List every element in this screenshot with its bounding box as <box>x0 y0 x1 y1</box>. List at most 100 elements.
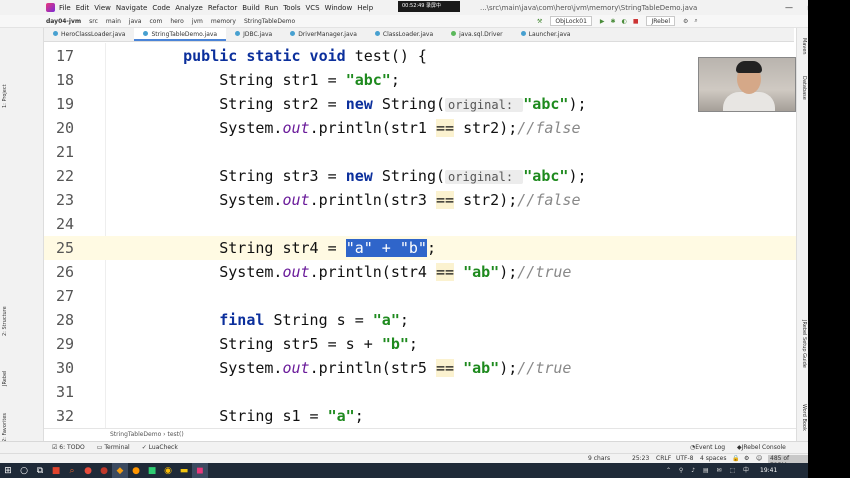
app-icon-5[interactable]: ■ <box>144 463 160 478</box>
breadcrumb-jvm[interactable]: jvm <box>192 18 203 25</box>
run-icon[interactable]: ▶ <box>600 18 605 25</box>
taskbar-clock[interactable]: 19:41 <box>760 463 777 478</box>
code-line[interactable]: 23 System.out.println(str3 == str2);//fa… <box>44 188 796 212</box>
coverage-icon[interactable]: ◐ <box>622 18 627 25</box>
breadcrumb-com[interactable]: com <box>149 18 162 25</box>
code-line[interactable]: 22 String str3 = new String(original: "a… <box>44 164 796 188</box>
code-line[interactable]: 17 public static void test() { <box>44 44 796 68</box>
menu-navigate[interactable]: Navigate <box>116 4 147 12</box>
build-hammer-icon[interactable]: ⚒ <box>537 18 542 25</box>
code-token: String str3 = <box>147 167 346 185</box>
lock-icon[interactable]: 🔒 <box>732 455 739 462</box>
code-line[interactable]: 30 System.out.println(str5 == "ab");//tr… <box>44 356 796 380</box>
menu-file[interactable]: File <box>59 4 71 12</box>
explorer-icon[interactable]: ▬ <box>176 463 192 478</box>
debug-icon[interactable]: ✱ <box>611 18 616 25</box>
jrebel-setup-tool-tab[interactable]: JRebel Setup Guide <box>801 320 807 368</box>
recording-indicator[interactable]: 00:52:49 录屏中 <box>398 1 460 12</box>
code-line[interactable]: 32 String s1 = "a"; <box>44 404 796 428</box>
code-line[interactable]: 28 final String s = "a"; <box>44 308 796 332</box>
breadcrumb-src[interactable]: src <box>89 18 98 25</box>
code-line[interactable]: 20 System.out.println(str1 == str2);//fa… <box>44 116 796 140</box>
indent-setting[interactable]: 4 spaces <box>700 455 726 462</box>
cortana-icon[interactable]: ○ <box>16 463 32 478</box>
code-line[interactable]: 25 String str4 = "a" + "b"; <box>44 236 796 260</box>
tab-jdbc[interactable]: JDBC.java <box>226 28 281 41</box>
git-icon[interactable]: ⚙ <box>744 455 749 462</box>
presenter-hair <box>736 61 762 73</box>
menu-code[interactable]: Code <box>152 4 170 12</box>
word-book-tool-tab[interactable]: Word Book <box>801 404 807 431</box>
tab-heroclassloader[interactable]: HeroClassLoader.java <box>44 28 134 41</box>
maven-tool-tab[interactable]: Maven <box>801 38 807 55</box>
search-app-icon[interactable]: ⌕ <box>64 463 80 478</box>
menu-window[interactable]: Window <box>325 4 353 12</box>
menu-edit[interactable]: Edit <box>76 4 90 12</box>
menu-refactor[interactable]: Refactor <box>208 4 237 12</box>
tab-launcher[interactable]: Launcher.java <box>512 28 580 41</box>
breadcrumb-java[interactable]: java <box>129 18 142 25</box>
stop-icon[interactable]: ■ <box>633 18 639 25</box>
jrebel-tool-tab[interactable]: JRebel <box>2 371 8 386</box>
minimize-button[interactable]: — <box>778 0 800 15</box>
todo-tool-button[interactable]: ☑ 6: TODO <box>52 444 85 451</box>
file-encoding[interactable]: UTF-8 <box>676 455 694 462</box>
settings-icon[interactable]: ⚙ <box>683 18 688 25</box>
menu-vcs[interactable]: VCS <box>305 4 319 12</box>
breadcrumb-memory[interactable]: memory <box>211 18 236 25</box>
tab-java-sql-driver[interactable]: java.sql.Driver <box>442 28 511 41</box>
luacheck-tool-button[interactable]: ✓ LuaCheck <box>142 444 178 451</box>
code-line[interactable]: 21 <box>44 140 796 164</box>
task-view-icon[interactable]: ⧉ <box>32 463 48 478</box>
menu-tools[interactable]: Tools <box>283 4 300 12</box>
breadcrumb-project[interactable]: day04-jvm <box>46 18 81 25</box>
breadcrumb-hero[interactable]: hero <box>170 18 184 25</box>
tab-stringtabledemo[interactable]: StringTableDemo.java <box>134 28 227 41</box>
inspector-icon[interactable]: ☺ <box>756 455 762 462</box>
chrome-icon[interactable]: ◉ <box>160 463 176 478</box>
code-token: //true <box>517 359 572 377</box>
breadcrumb-main[interactable]: main <box>106 18 121 25</box>
code-line[interactable]: 26 System.out.println(str4 == "ab");//tr… <box>44 260 796 284</box>
code-line[interactable]: 27 <box>44 284 796 308</box>
intellij-taskbar-icon[interactable]: ◼ <box>192 463 208 478</box>
code-line[interactable]: 29 String str5 = s + "b"; <box>44 332 796 356</box>
tab-classloader[interactable]: ClassLoader.java <box>366 28 442 41</box>
code-line[interactable]: 24 <box>44 212 796 236</box>
app-icon-1[interactable]: ■ <box>48 463 64 478</box>
jrebel-console-button[interactable]: ◆ JRebel Console <box>737 444 786 451</box>
app-icon-3[interactable]: ● <box>96 463 112 478</box>
tab-label: JDBC.java <box>243 31 273 38</box>
code-line[interactable]: 18 String str1 = "abc"; <box>44 68 796 92</box>
system-tray[interactable]: ⌃ ⚲ ♪ ▤ ✉ ⬚ 中 <box>666 463 752 478</box>
windows-start-icon[interactable]: ⊞ <box>0 463 16 478</box>
code-editor[interactable]: 17 public static void test() {18 String … <box>44 43 796 428</box>
firefox-icon[interactable]: ● <box>128 463 144 478</box>
tab-drivermanager[interactable]: DriverManager.java <box>281 28 366 41</box>
run-config-select[interactable]: ObjLock01 <box>550 16 592 26</box>
event-log-button[interactable]: ◔ Event Log <box>690 444 725 451</box>
app-icon-2[interactable]: ● <box>80 463 96 478</box>
editor-breadcrumb[interactable]: StringTableDemo › test() <box>44 428 796 441</box>
caret-position[interactable]: 25:23 <box>632 455 649 462</box>
breadcrumb-class[interactable]: StringTableDemo <box>244 18 295 25</box>
favorites-tool-tab[interactable]: 2: Favorites <box>2 413 8 442</box>
code-line[interactable]: 19 String str2 = new String(original: "a… <box>44 92 796 116</box>
menu-view[interactable]: View <box>94 4 111 12</box>
structure-tool-tab[interactable]: 2: Structure <box>2 306 8 336</box>
menu-build[interactable]: Build <box>242 4 260 12</box>
jrebel-select[interactable]: JRebel <box>646 16 676 26</box>
app-icon-4[interactable]: ◆ <box>112 463 128 478</box>
terminal-tool-button[interactable]: ▭ Terminal <box>97 444 130 451</box>
menu-run[interactable]: Run <box>265 4 278 12</box>
line-separator[interactable]: CRLF <box>656 455 671 462</box>
window-title-path: ...\src\main\java\com\hero\jvm\memory\St… <box>480 3 698 12</box>
code-line[interactable]: 31 <box>44 380 796 404</box>
menu-help[interactable]: Help <box>357 4 373 12</box>
project-tool-tab[interactable]: 1: Project <box>2 84 8 108</box>
search-icon[interactable]: ⌕ <box>694 17 697 25</box>
code-token: "ab" <box>463 263 500 281</box>
database-tool-tab[interactable]: Database <box>801 76 807 100</box>
menu-analyze[interactable]: Analyze <box>175 4 203 12</box>
